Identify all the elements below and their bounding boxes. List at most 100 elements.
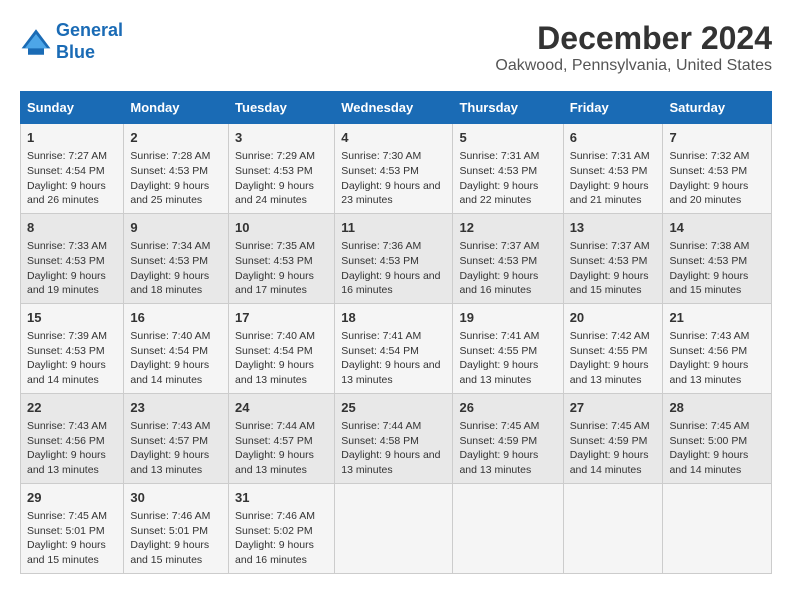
sunrise-label: Sunrise: 7:43 AM — [669, 330, 749, 342]
calendar-cell: 26 Sunrise: 7:45 AM Sunset: 4:59 PM Dayl… — [453, 393, 563, 483]
calendar-week-1: 1 Sunrise: 7:27 AM Sunset: 4:54 PM Dayli… — [21, 124, 772, 214]
calendar-cell: 7 Sunrise: 7:32 AM Sunset: 4:53 PM Dayli… — [663, 124, 772, 214]
day-number: 31 — [235, 489, 328, 507]
daylight-label: Daylight: 9 hours and 13 minutes — [570, 359, 649, 386]
calendar-week-5: 29 Sunrise: 7:45 AM Sunset: 5:01 PM Dayl… — [21, 483, 772, 573]
sunrise-label: Sunrise: 7:43 AM — [130, 420, 210, 432]
sunrise-label: Sunrise: 7:34 AM — [130, 240, 210, 252]
day-number: 12 — [459, 219, 556, 237]
header-friday: Friday — [563, 92, 663, 124]
sunrise-label: Sunrise: 7:27 AM — [27, 150, 107, 162]
calendar-cell: 5 Sunrise: 7:31 AM Sunset: 4:53 PM Dayli… — [453, 124, 563, 214]
calendar-cell: 4 Sunrise: 7:30 AM Sunset: 4:53 PM Dayli… — [335, 124, 453, 214]
header-saturday: Saturday — [663, 92, 772, 124]
calendar-cell: 29 Sunrise: 7:45 AM Sunset: 5:01 PM Dayl… — [21, 483, 124, 573]
sunset-label: Sunset: 4:53 PM — [235, 255, 313, 267]
calendar-cell: 10 Sunrise: 7:35 AM Sunset: 4:53 PM Dayl… — [229, 213, 335, 303]
daylight-label: Daylight: 9 hours and 13 minutes — [235, 449, 314, 476]
sunrise-label: Sunrise: 7:37 AM — [570, 240, 650, 252]
calendar-cell: 21 Sunrise: 7:43 AM Sunset: 4:56 PM Dayl… — [663, 303, 772, 393]
sunset-label: Sunset: 5:00 PM — [669, 435, 747, 447]
sunrise-label: Sunrise: 7:38 AM — [669, 240, 749, 252]
sunset-label: Sunset: 4:53 PM — [235, 165, 313, 177]
title-block: December 2024 Oakwood, Pennsylvania, Uni… — [495, 20, 772, 75]
logo-icon — [20, 26, 52, 58]
sunrise-label: Sunrise: 7:31 AM — [570, 150, 650, 162]
sunrise-label: Sunrise: 7:41 AM — [341, 330, 421, 342]
page-subtitle: Oakwood, Pennsylvania, United States — [495, 57, 772, 75]
sunset-label: Sunset: 4:54 PM — [130, 345, 208, 357]
calendar-cell: 18 Sunrise: 7:41 AM Sunset: 4:54 PM Dayl… — [335, 303, 453, 393]
daylight-label: Daylight: 9 hours and 14 minutes — [669, 449, 748, 476]
daylight-label: Daylight: 9 hours and 24 minutes — [235, 180, 314, 207]
calendar-cell: 28 Sunrise: 7:45 AM Sunset: 5:00 PM Dayl… — [663, 393, 772, 483]
calendar-cell: 27 Sunrise: 7:45 AM Sunset: 4:59 PM Dayl… — [563, 393, 663, 483]
daylight-label: Daylight: 9 hours and 25 minutes — [130, 180, 209, 207]
calendar-cell: 12 Sunrise: 7:37 AM Sunset: 4:53 PM Dayl… — [453, 213, 563, 303]
calendar-cell: 11 Sunrise: 7:36 AM Sunset: 4:53 PM Dayl… — [335, 213, 453, 303]
daylight-label: Daylight: 9 hours and 15 minutes — [669, 270, 748, 297]
daylight-label: Daylight: 9 hours and 22 minutes — [459, 180, 538, 207]
calendar-cell: 8 Sunrise: 7:33 AM Sunset: 4:53 PM Dayli… — [21, 213, 124, 303]
sunrise-label: Sunrise: 7:42 AM — [570, 330, 650, 342]
sunset-label: Sunset: 4:56 PM — [27, 435, 105, 447]
daylight-label: Daylight: 9 hours and 16 minutes — [341, 270, 440, 297]
sunrise-label: Sunrise: 7:44 AM — [341, 420, 421, 432]
sunrise-label: Sunrise: 7:39 AM — [27, 330, 107, 342]
daylight-label: Daylight: 9 hours and 13 minutes — [341, 449, 440, 476]
sunrise-label: Sunrise: 7:35 AM — [235, 240, 315, 252]
daylight-label: Daylight: 9 hours and 13 minutes — [669, 359, 748, 386]
page-header: General Blue December 2024 Oakwood, Penn… — [20, 20, 772, 75]
day-number: 17 — [235, 309, 328, 327]
daylight-label: Daylight: 9 hours and 23 minutes — [341, 180, 440, 207]
daylight-label: Daylight: 9 hours and 15 minutes — [130, 539, 209, 566]
sunrise-label: Sunrise: 7:46 AM — [130, 510, 210, 522]
calendar-cell: 15 Sunrise: 7:39 AM Sunset: 4:53 PM Dayl… — [21, 303, 124, 393]
calendar-cell: 1 Sunrise: 7:27 AM Sunset: 4:54 PM Dayli… — [21, 124, 124, 214]
calendar-week-4: 22 Sunrise: 7:43 AM Sunset: 4:56 PM Dayl… — [21, 393, 772, 483]
sunset-label: Sunset: 4:53 PM — [459, 255, 537, 267]
logo-line1: General — [56, 20, 123, 40]
sunset-label: Sunset: 4:59 PM — [459, 435, 537, 447]
daylight-label: Daylight: 9 hours and 19 minutes — [27, 270, 106, 297]
header-sunday: Sunday — [21, 92, 124, 124]
header-row: Sunday Monday Tuesday Wednesday Thursday… — [21, 92, 772, 124]
daylight-label: Daylight: 9 hours and 18 minutes — [130, 270, 209, 297]
calendar-cell: 31 Sunrise: 7:46 AM Sunset: 5:02 PM Dayl… — [229, 483, 335, 573]
sunset-label: Sunset: 4:59 PM — [570, 435, 648, 447]
calendar-cell — [563, 483, 663, 573]
day-number: 16 — [130, 309, 222, 327]
day-number: 11 — [341, 219, 446, 237]
daylight-label: Daylight: 9 hours and 13 minutes — [235, 359, 314, 386]
header-monday: Monday — [124, 92, 229, 124]
day-number: 23 — [130, 399, 222, 417]
sunrise-label: Sunrise: 7:46 AM — [235, 510, 315, 522]
daylight-label: Daylight: 9 hours and 13 minutes — [459, 359, 538, 386]
day-number: 1 — [27, 129, 117, 147]
sunset-label: Sunset: 4:54 PM — [235, 345, 313, 357]
daylight-label: Daylight: 9 hours and 14 minutes — [27, 359, 106, 386]
sunset-label: Sunset: 4:53 PM — [669, 255, 747, 267]
sunrise-label: Sunrise: 7:37 AM — [459, 240, 539, 252]
header-thursday: Thursday — [453, 92, 563, 124]
daylight-label: Daylight: 9 hours and 20 minutes — [669, 180, 748, 207]
daylight-label: Daylight: 9 hours and 14 minutes — [130, 359, 209, 386]
calendar-cell: 22 Sunrise: 7:43 AM Sunset: 4:56 PM Dayl… — [21, 393, 124, 483]
sunset-label: Sunset: 4:53 PM — [130, 255, 208, 267]
sunset-label: Sunset: 4:53 PM — [341, 165, 419, 177]
sunset-label: Sunset: 4:54 PM — [341, 345, 419, 357]
sunrise-label: Sunrise: 7:33 AM — [27, 240, 107, 252]
sunset-label: Sunset: 4:57 PM — [130, 435, 208, 447]
sunrise-label: Sunrise: 7:28 AM — [130, 150, 210, 162]
sunrise-label: Sunrise: 7:45 AM — [27, 510, 107, 522]
day-number: 15 — [27, 309, 117, 327]
day-number: 29 — [27, 489, 117, 507]
calendar-cell: 2 Sunrise: 7:28 AM Sunset: 4:53 PM Dayli… — [124, 124, 229, 214]
day-number: 13 — [570, 219, 657, 237]
calendar-cell: 6 Sunrise: 7:31 AM Sunset: 4:53 PM Dayli… — [563, 124, 663, 214]
day-number: 7 — [669, 129, 765, 147]
daylight-label: Daylight: 9 hours and 13 minutes — [459, 449, 538, 476]
sunset-label: Sunset: 4:53 PM — [570, 255, 648, 267]
sunset-label: Sunset: 4:53 PM — [130, 165, 208, 177]
day-number: 10 — [235, 219, 328, 237]
